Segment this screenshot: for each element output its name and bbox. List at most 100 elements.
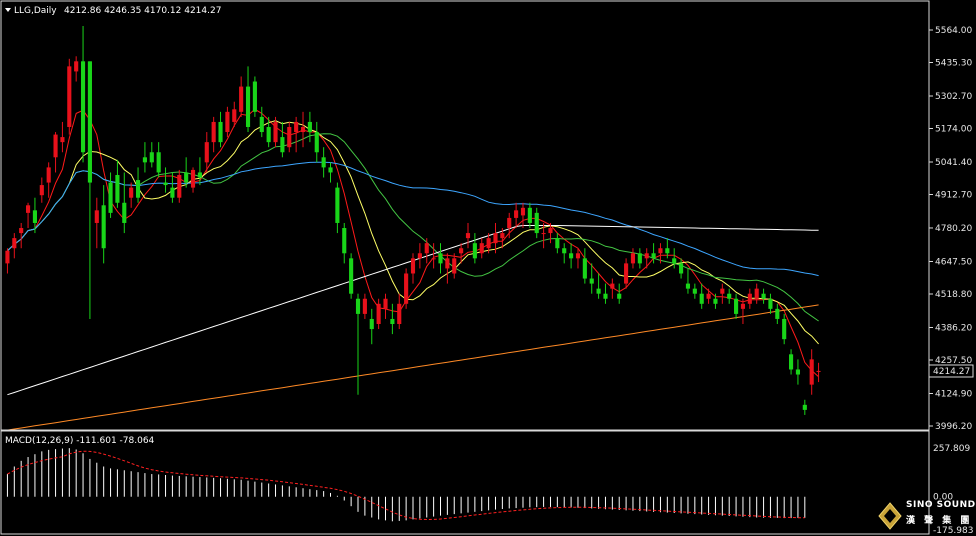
candle-body (19, 228, 24, 234)
candle-body (789, 354, 794, 370)
logo-text-en: SINO SOUND (906, 500, 976, 510)
candle-body (163, 182, 168, 186)
candle-body (486, 238, 491, 249)
candle-body (685, 283, 691, 289)
candle-body (218, 121, 223, 143)
candle-body (665, 248, 670, 254)
candle-body (397, 303, 402, 325)
diamond-logo-icon (878, 502, 902, 530)
candle-body (630, 253, 636, 264)
candle-body (603, 293, 608, 299)
candle-body (445, 258, 450, 269)
candle-body (562, 248, 567, 254)
candle-body (431, 258, 436, 260)
candle-body (658, 248, 663, 254)
current-price-label: 4214.27 (933, 367, 970, 377)
candle-body (390, 318, 395, 325)
candle-body (80, 61, 86, 153)
candle-body (404, 273, 409, 304)
candle-body (589, 278, 594, 284)
candle-body (410, 258, 416, 274)
candle-body (527, 207, 532, 223)
candle-body (534, 212, 539, 234)
candle-body (637, 253, 642, 264)
candle-body (156, 152, 161, 173)
price-tick-label: 4386.20 (935, 323, 972, 333)
candle-body (782, 318, 787, 340)
candle-body (795, 369, 801, 375)
price-tick-label: 5435.30 (935, 59, 972, 69)
price-tick-label: 5174.00 (935, 125, 972, 135)
candle-body (115, 174, 120, 203)
price-tick-label: 5564.00 (935, 26, 972, 36)
candle-body (679, 263, 684, 274)
candle-body (617, 293, 622, 299)
candle-body (142, 157, 147, 163)
candle-body (122, 202, 127, 223)
candle-body (575, 253, 581, 259)
candle-body (266, 126, 271, 143)
candle-body (225, 111, 230, 133)
candle-body (67, 66, 72, 127)
candle-body (101, 205, 106, 249)
candle-body (713, 298, 718, 304)
symbol-label: LLG,Daily (14, 6, 57, 16)
candle-body (514, 210, 519, 218)
candle-body (706, 293, 711, 299)
candle-body (555, 238, 560, 249)
candle-body (802, 404, 807, 410)
sino-sound-logo: SINO SOUND 漢 聲 集 團 (878, 498, 976, 534)
candle-body (775, 308, 780, 319)
macd-label: MACD(12,26,9) -111.601 -78.064 (5, 436, 155, 446)
candle-body (417, 253, 422, 259)
candle-body (459, 248, 464, 254)
candle-body (46, 167, 51, 183)
candle-body (307, 121, 312, 133)
candle-body (300, 126, 306, 133)
candle-body (472, 243, 477, 259)
price-tick-label: 4518.80 (935, 290, 972, 300)
candle-body (197, 172, 202, 178)
candle-body (720, 288, 725, 294)
candle-body (761, 293, 766, 299)
candle-body (135, 180, 141, 198)
price-chart[interactable]: 5564.00 5435.30 5302.70 5174.00 5041.40 4912.… (0, 0, 976, 536)
candle-body (149, 152, 154, 163)
candle-body (383, 298, 388, 309)
candle-body (252, 81, 257, 112)
candle-body (87, 61, 92, 183)
candle-body (734, 298, 739, 314)
candle-body (94, 210, 99, 223)
candle-body (287, 126, 292, 148)
candle-body (12, 238, 17, 249)
candle-body (692, 288, 697, 294)
candle-body (369, 318, 374, 330)
candle-body (768, 298, 773, 309)
candle-body (479, 243, 484, 254)
candle-body (747, 293, 752, 304)
candle-body (520, 207, 526, 216)
candle-body (314, 132, 319, 153)
candle-body (424, 243, 429, 254)
candle-body (376, 303, 381, 325)
candle-body (280, 137, 285, 153)
price-tick-label: 5041.40 (935, 158, 972, 168)
candle-body (610, 283, 615, 289)
candle-body (170, 187, 175, 198)
candle-body (507, 217, 512, 229)
candle-body (335, 187, 340, 223)
candle-body (342, 228, 347, 254)
candle-body (232, 109, 237, 122)
candle-body (493, 233, 498, 244)
candle-body (349, 258, 354, 294)
candle-body (699, 293, 704, 304)
macd-tick-label: 257.809 (933, 444, 970, 454)
candle-body (355, 298, 361, 314)
candle-body (239, 86, 244, 112)
candle-body (438, 253, 443, 264)
price-tick-label: 3996.20 (935, 422, 972, 432)
candle-body (569, 253, 574, 259)
candle-body (211, 121, 216, 143)
candle-body (32, 210, 37, 223)
price-tick-label: 4647.50 (935, 257, 972, 267)
